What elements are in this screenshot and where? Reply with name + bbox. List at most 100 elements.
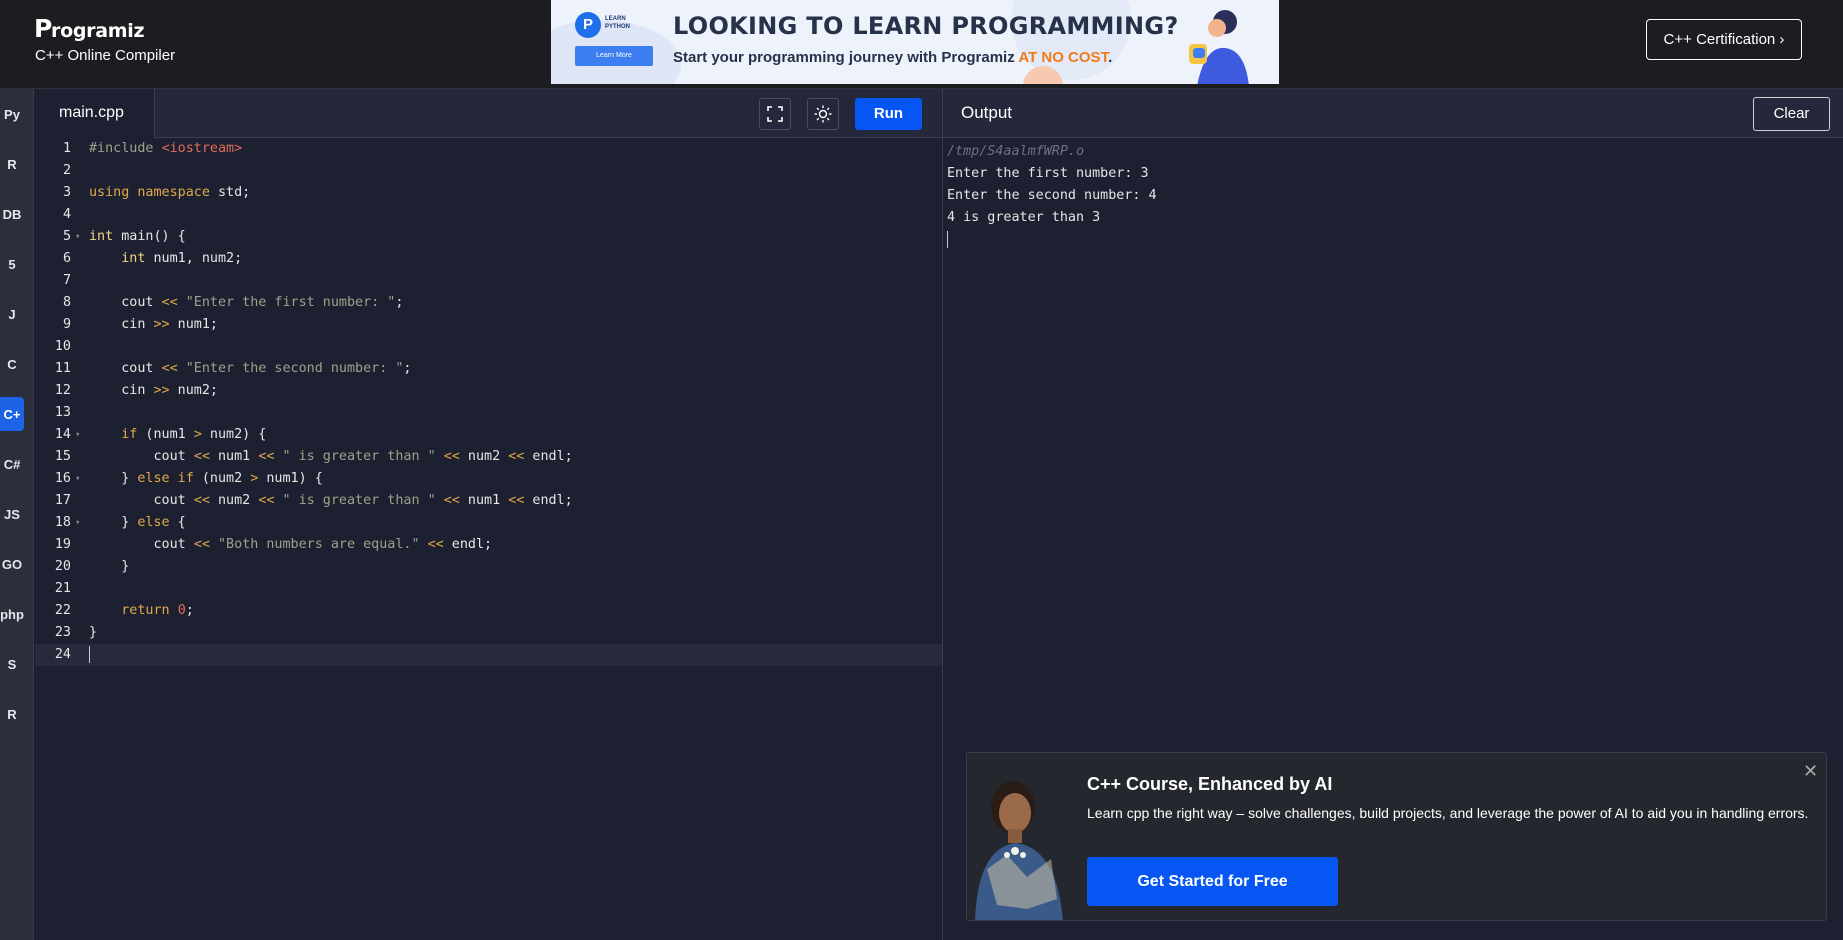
code-text: } else if (num2 > num1) { bbox=[89, 471, 323, 486]
line-number: 1 bbox=[62, 141, 71, 156]
fold-icon[interactable]: ▾ bbox=[75, 468, 80, 490]
fold-icon[interactable]: ▾ bbox=[75, 512, 80, 534]
code-text: cout << num2 << " is greater than " << n… bbox=[89, 493, 573, 508]
theme-toggle-button[interactable] bbox=[807, 98, 839, 130]
code-line[interactable]: 23} bbox=[35, 622, 942, 644]
code-line[interactable]: 19 cout << "Both numbers are equal." << … bbox=[35, 534, 942, 556]
line-number: 21 bbox=[54, 581, 71, 596]
sql-icon[interactable]: DB bbox=[0, 197, 24, 231]
fold-icon[interactable]: ▾ bbox=[75, 226, 80, 248]
code-text: return 0; bbox=[121, 603, 194, 618]
text-cursor bbox=[89, 645, 90, 663]
promo-person-image bbox=[967, 759, 1071, 920]
clear-button[interactable]: Clear bbox=[1753, 97, 1830, 131]
html-icon[interactable]: 5 bbox=[0, 247, 24, 281]
code-text: } else { bbox=[89, 515, 186, 530]
programiz-logo[interactable]: Programiz bbox=[34, 14, 145, 43]
code-text: } bbox=[89, 559, 130, 574]
run-button[interactable]: Run bbox=[855, 98, 922, 130]
code-line[interactable]: 17 cout << num2 << " is greater than " <… bbox=[35, 490, 942, 512]
rust-icon[interactable]: R bbox=[0, 697, 24, 731]
code-line[interactable]: 12 cin >> num2; bbox=[35, 380, 942, 402]
code-text: int num1, num2; bbox=[121, 251, 243, 266]
certification-button[interactable]: C++ Certification › bbox=[1646, 19, 1802, 60]
promo-description: Learn cpp the right way – solve challeng… bbox=[1087, 805, 1809, 821]
banner-subtitle: Start your programming journey with Prog… bbox=[673, 49, 1112, 66]
banner-highlight: AT NO COST bbox=[1018, 49, 1109, 66]
promo-title: C++ Course, Enhanced by AI bbox=[1087, 774, 1333, 794]
banner-period: . bbox=[1108, 49, 1113, 66]
line-number: 5 bbox=[62, 229, 71, 244]
r-icon[interactable]: R bbox=[0, 147, 24, 181]
code-text: cout << "Enter the first number: "; bbox=[89, 295, 404, 310]
language-sidebar: Py R DB 5 J C C+ C# JS GO php S R bbox=[0, 89, 34, 940]
line-number: 3 bbox=[62, 185, 71, 200]
js-icon[interactable]: JS bbox=[0, 497, 24, 531]
code-text: using namespace std; bbox=[89, 185, 251, 200]
python-icon[interactable]: Py bbox=[0, 97, 24, 131]
line-number: 22 bbox=[54, 603, 71, 618]
output-toolbar: Output Clear bbox=[943, 89, 1843, 138]
course-promo-popup: C++ Course, Enhanced by AI Learn cpp the… bbox=[966, 752, 1827, 921]
close-icon[interactable]: ✕ bbox=[1803, 762, 1818, 780]
java-icon[interactable]: J bbox=[0, 297, 24, 331]
code-text: cout << "Enter the second number: "; bbox=[89, 361, 412, 376]
code-line[interactable]: 2 bbox=[35, 160, 942, 182]
code-text: int main() { bbox=[89, 229, 186, 244]
code-line[interactable]: 4 bbox=[35, 204, 942, 226]
banner-learn-more-button[interactable]: Learn More bbox=[575, 46, 653, 66]
code-line[interactable]: 3 using namespace std; bbox=[35, 182, 942, 204]
code-line[interactable]: 10 bbox=[35, 336, 942, 358]
code-line[interactable]: 15 cout << num1 << " is greater than " <… bbox=[35, 446, 942, 468]
fold-icon[interactable]: ▾ bbox=[75, 424, 80, 446]
code-line[interactable]: 13 bbox=[35, 402, 942, 424]
code-text: #include <iostream> bbox=[89, 141, 243, 156]
php-icon[interactable]: php bbox=[0, 597, 24, 631]
output-input-line[interactable] bbox=[947, 229, 1157, 251]
code-line[interactable]: 14 ▾ if (num1 > num2) { bbox=[35, 424, 942, 446]
line-number: 15 bbox=[54, 449, 71, 464]
go-icon[interactable]: GO bbox=[0, 547, 24, 581]
code-line[interactable]: 21 bbox=[35, 578, 942, 600]
line-number: 6 bbox=[62, 251, 71, 266]
output-line: Enter the first number: 3 bbox=[947, 166, 1149, 181]
c-icon[interactable]: C bbox=[0, 347, 24, 381]
line-number: 13 bbox=[54, 405, 71, 420]
page-subtitle: C++ Online Compiler bbox=[35, 47, 176, 64]
banner-title: LOOKING TO LEARN PROGRAMMING? bbox=[673, 12, 1179, 40]
code-line[interactable]: 7 bbox=[35, 270, 942, 292]
code-text: cout << "Both numbers are equal." << end… bbox=[89, 537, 493, 552]
code-line[interactable]: 11 cout << "Enter the second number: "; bbox=[35, 358, 942, 380]
output-line: 4 is greater than 3 bbox=[947, 210, 1101, 225]
csharp-icon[interactable]: C# bbox=[0, 447, 24, 481]
fullscreen-button[interactable] bbox=[759, 98, 791, 130]
banner-badge-text: LEARN PYTHON bbox=[605, 16, 631, 30]
output-line: Enter the second number: 4 bbox=[947, 188, 1157, 203]
line-number: 4 bbox=[62, 207, 71, 222]
output-console[interactable]: /tmp/S4aalmfWRP.o Enter the first number… bbox=[947, 141, 1157, 251]
code-editor-panel: main.cpp Run 1 #include <iostream> 2 3 usi… bbox=[35, 89, 942, 940]
code-line[interactable]: 16 ▾ } else if (num2 > num1) { bbox=[35, 468, 942, 490]
code-line[interactable]: 5 ▾ int main() { bbox=[35, 226, 942, 248]
line-number: 8 bbox=[62, 295, 71, 310]
code-area[interactable]: 1 #include <iostream> 2 3 using namespace … bbox=[35, 138, 942, 666]
code-line[interactable]: 20 } bbox=[35, 556, 942, 578]
code-line[interactable]: 22 return 0; bbox=[35, 600, 942, 622]
code-line[interactable]: 9 cin >> num1; bbox=[35, 314, 942, 336]
cpp-icon[interactable]: C+ bbox=[0, 397, 24, 431]
line-number: 19 bbox=[54, 537, 71, 552]
code-line[interactable]: 1 #include <iostream> bbox=[35, 138, 942, 160]
code-line[interactable]: 6 int num1, num2; bbox=[35, 248, 942, 270]
code-line[interactable]: 8 cout << "Enter the first number: "; bbox=[35, 292, 942, 314]
code-line-current[interactable]: 24 bbox=[35, 644, 942, 666]
output-path: /tmp/S4aalmfWRP.o bbox=[947, 144, 1085, 159]
ad-banner[interactable]: P LEARN PYTHON Learn More LOOKING TO LEA… bbox=[551, 0, 1279, 84]
line-number: 24 bbox=[54, 647, 71, 662]
get-started-button[interactable]: Get Started for Free bbox=[1087, 857, 1338, 906]
tab-main-cpp[interactable]: main.cpp bbox=[35, 89, 155, 138]
line-number: 16 bbox=[54, 471, 71, 486]
code-line[interactable]: 18 ▾ } else { bbox=[35, 512, 942, 534]
top-bar: Programiz C++ Online Compiler P LEARN PY… bbox=[0, 0, 1843, 89]
line-number: 14 bbox=[54, 427, 71, 442]
swift-icon[interactable]: S bbox=[0, 647, 24, 681]
